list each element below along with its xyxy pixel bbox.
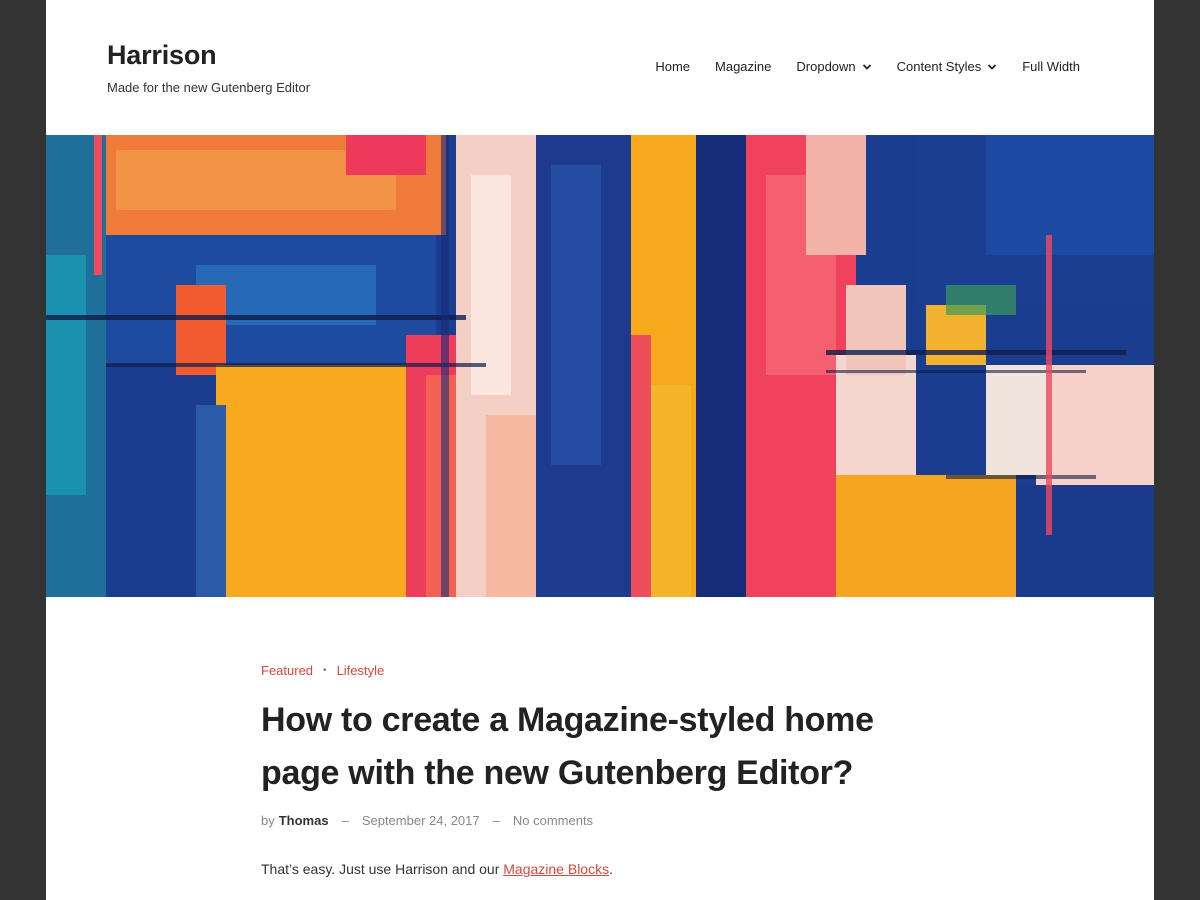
chevron-down-icon[interactable] bbox=[987, 62, 997, 72]
nav-item-label: Full Width bbox=[1022, 59, 1080, 74]
site-description: Made for the new Gutenberg Editor bbox=[107, 80, 311, 95]
post-date[interactable]: September 24, 2017 bbox=[362, 813, 480, 828]
abstract-painting-image bbox=[46, 135, 1154, 597]
nav-item-label: Dropdown bbox=[796, 59, 856, 74]
excerpt-text: That’s easy. Just use Harrison and our bbox=[261, 861, 504, 877]
by-label: by bbox=[261, 813, 275, 828]
nav-item-label: Home bbox=[655, 59, 691, 74]
magazine-blocks-link[interactable]: Magazine Blocks bbox=[503, 861, 609, 877]
post-meta: by Thomas – September 24, 2017 – No comm… bbox=[261, 813, 593, 828]
page-container: Harrison Made for the new Gutenberg Edit… bbox=[46, 0, 1154, 900]
comments-link[interactable]: No comments bbox=[513, 813, 593, 828]
nav-item-content-styles[interactable]: Content Styles bbox=[897, 59, 998, 74]
meta-separator: – bbox=[492, 813, 500, 828]
main-navigation: Home Magazine Dropdown Content Styles Fu… bbox=[630, 59, 1080, 74]
post-title[interactable]: How to create a Magazine-styled home pag… bbox=[261, 694, 941, 800]
nav-item-full-width[interactable]: Full Width bbox=[1022, 59, 1080, 74]
author-link[interactable]: Thomas bbox=[279, 813, 329, 828]
category-link-lifestyle[interactable]: Lifestyle bbox=[337, 663, 385, 678]
category-separator: • bbox=[323, 665, 327, 676]
post-excerpt: That’s easy. Just use Harrison and our M… bbox=[261, 861, 613, 877]
nav-item-label: Content Styles bbox=[896, 59, 982, 74]
nav-item-magazine[interactable]: Magazine bbox=[715, 59, 771, 74]
chevron-down-icon[interactable] bbox=[862, 62, 872, 72]
nav-item-home[interactable]: Home bbox=[655, 59, 690, 74]
featured-image[interactable] bbox=[46, 135, 1154, 597]
site-title[interactable]: Harrison bbox=[107, 40, 217, 71]
category-link-featured[interactable]: Featured bbox=[261, 663, 313, 678]
nav-item-dropdown[interactable]: Dropdown bbox=[796, 59, 871, 74]
post-categories: Featured • Lifestyle bbox=[261, 663, 384, 678]
meta-separator: – bbox=[341, 813, 349, 828]
excerpt-end: . bbox=[609, 861, 613, 877]
nav-item-label: Magazine bbox=[715, 59, 772, 74]
